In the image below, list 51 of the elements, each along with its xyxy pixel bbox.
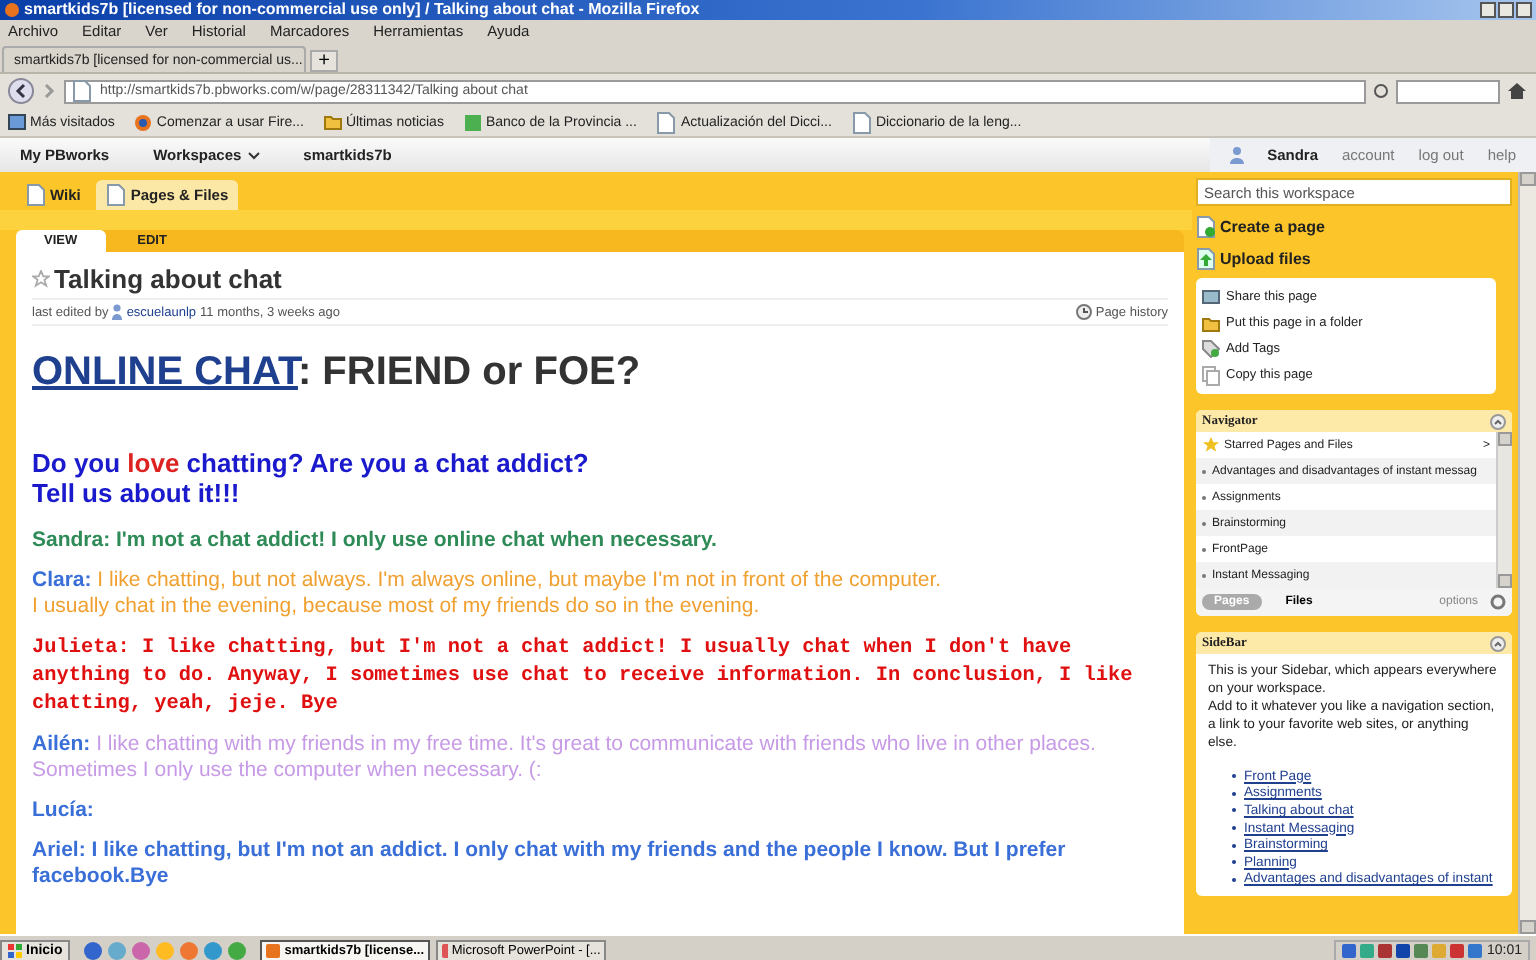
- folder-icon: [323, 114, 342, 130]
- star-icon: [1202, 436, 1220, 454]
- folder-icon: [1202, 315, 1220, 331]
- window-title: smartkids7b [licensed for non-commercial use only] / Talking about chat - Mozilla Firefox: [24, 0, 700, 20]
- user-icon: [112, 304, 123, 320]
- windows-logo-icon: [8, 944, 22, 958]
- new-page-icon: [1196, 215, 1216, 237]
- user-icon: [1229, 146, 1244, 164]
- page-icon: [656, 111, 677, 133]
- comment-text: Julieta: I like chatting, but I'm not a chat addict! I usually chat when I don't have anything to do. Anyway, I sometimes use chat to receive information. In conclusion, I like chatting, yeah, jeje. Bye: [32, 635, 1135, 718]
- monitor-icon: [1202, 289, 1220, 305]
- collapse-icon[interactable]: [1490, 635, 1506, 651]
- caret-icon[interactable]: [247, 151, 260, 159]
- collapse-icon[interactable]: [1490, 413, 1506, 429]
- page-icon: [26, 184, 46, 206]
- reload-icon[interactable]: [1372, 82, 1390, 100]
- minimize-button[interactable]: [1480, 2, 1496, 18]
- new-tab-button[interactable]: +: [310, 50, 338, 72]
- action-link[interactable]: Upload files: [1220, 249, 1311, 267]
- close-button[interactable]: [1516, 2, 1532, 18]
- question-text: Do you love chatting? Are you a chat addict? Tell us about it!!!: [32, 448, 591, 508]
- page-scrollbar[interactable]: [1518, 172, 1536, 934]
- upload-icon: [1196, 247, 1216, 269]
- page-heading: ONLINE CHAT: FRIEND or FOE?: [32, 350, 643, 396]
- back-icon[interactable]: [8, 78, 34, 104]
- page-icon: [106, 184, 127, 206]
- page-icon: [851, 111, 872, 133]
- app-icon: [266, 944, 281, 958]
- star-icon[interactable]: [32, 269, 50, 287]
- search-field[interactable]: [1396, 79, 1500, 103]
- settings-icon[interactable]: [1490, 594, 1506, 610]
- home-icon[interactable]: [1506, 80, 1528, 102]
- maximize-button[interactable]: [1498, 2, 1514, 18]
- copy-icon: [1202, 365, 1220, 385]
- scrollbar[interactable]: [1496, 432, 1512, 588]
- app-icon: [442, 944, 448, 958]
- browser-logo-icon: [4, 2, 20, 18]
- globe-icon: [134, 113, 153, 131]
- comment-text: Ailén: I like chatting with my friends in my free time. It's great to communicate with friends who live in other places. Sometimes I only use the computer when necessary. (:: [32, 732, 1098, 784]
- comment-text: Ariel: I like chatting, but I'm not an addict. I only chat with my friends and the people I know. But I prefer facebook.Bye: [32, 838, 1068, 890]
- forward-icon[interactable]: [40, 82, 58, 100]
- clock-icon: [1075, 304, 1092, 320]
- comment-text: Sandra: I'm not a chat addict! I only use online chat when necessary.: [32, 528, 719, 554]
- comment-text: Lucía:: [32, 798, 96, 824]
- comment-text: Clara: I like chatting, but not always. I'm always online, but maybe I'm not in front of the computer. I usually chat in the evening, because most of my friends do so in the evening.: [32, 568, 944, 620]
- page-title: Talking about chat: [54, 263, 282, 293]
- app-icon: [463, 113, 482, 131]
- action-link[interactable]: Create a page: [1220, 217, 1325, 235]
- tag-icon: [1202, 340, 1220, 358]
- favicon-icon: [72, 80, 92, 102]
- bookmark-list-icon: [8, 114, 26, 130]
